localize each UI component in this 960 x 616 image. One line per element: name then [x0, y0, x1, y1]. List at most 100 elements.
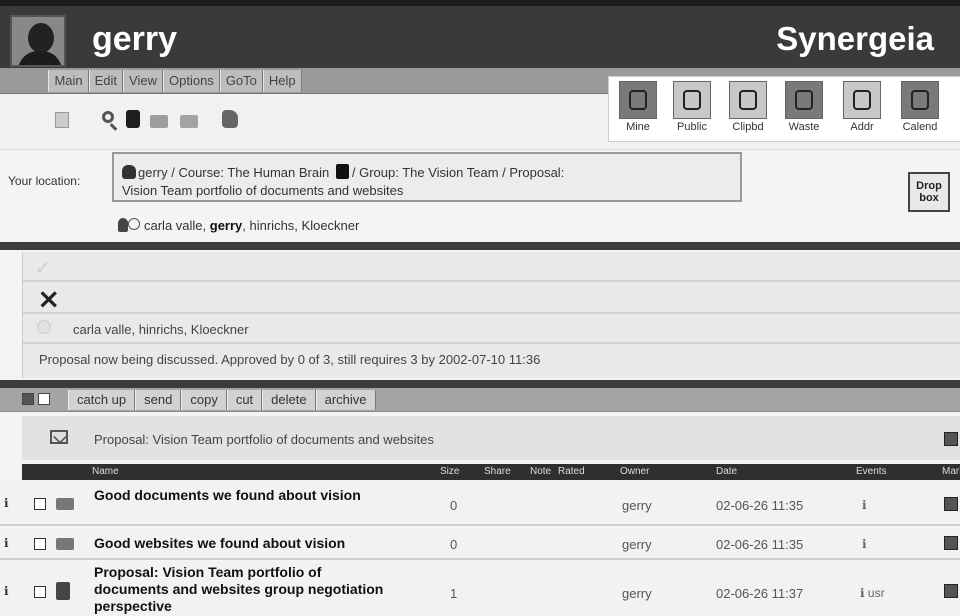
menu-view[interactable]: View: [123, 70, 163, 92]
row-events[interactable]: ℹ: [862, 498, 867, 512]
row-events[interactable]: ℹ usr: [860, 586, 885, 600]
members-pre: carla valle,: [144, 218, 210, 233]
row-size: 0: [450, 537, 458, 552]
fetch-icon[interactable]: [222, 110, 238, 128]
col-rated[interactable]: Rated: [558, 466, 585, 477]
divider: [0, 380, 960, 388]
row-checkbox[interactable]: [34, 498, 46, 510]
row-size: 1: [450, 586, 458, 601]
public-button[interactable]: Public: [669, 81, 715, 133]
waste-icon: [785, 81, 823, 119]
row-size: 0: [450, 498, 458, 513]
calendar-icon: [901, 81, 939, 119]
address-button[interactable]: Addr: [839, 81, 885, 133]
table-row[interactable]: ℹ Good documents we found about vision 0…: [0, 482, 960, 526]
app-window: gerry Synergeia Main Edit View Options GoTo H…: [0, 0, 960, 616]
hand-icon: [619, 81, 657, 119]
clipboard-button[interactable]: Clipbd: [725, 81, 771, 133]
delete-button[interactable]: delete: [262, 390, 316, 410]
info-icon: ℹ: [4, 536, 9, 550]
breadcrumb: gerry / Course: The Human Brain / Group:…: [112, 152, 742, 202]
header-bar: gerry Synergeia: [0, 0, 960, 68]
drop-box-button[interactable]: Drop box: [908, 172, 950, 212]
address-book-icon: [843, 81, 881, 119]
row-name[interactable]: Good websites we found about vision: [94, 535, 434, 552]
new-page-icon[interactable]: [55, 112, 69, 128]
archive-button[interactable]: archive: [315, 390, 376, 410]
row-checkbox[interactable]: [34, 538, 46, 550]
check-icon[interactable]: ✓: [35, 258, 50, 279]
abstain-row: carla valle, hinrichs, Kloeckner: [23, 314, 960, 344]
clipboard-icon[interactable]: [126, 110, 140, 128]
table-row[interactable]: ℹ Proposal: Vision Team portfolio of doc…: [0, 562, 960, 616]
search-icon[interactable]: [100, 110, 122, 132]
pending-names: carla valle, hinrichs, Kloeckner: [73, 322, 249, 337]
location-label: Your location:: [8, 174, 81, 188]
breadcrumb-path-2[interactable]: / Group: The Vision Team / Proposal:: [352, 165, 564, 180]
copy-button[interactable]: copy: [181, 390, 227, 410]
info-icon: ℹ: [4, 584, 9, 598]
catch-up-button[interactable]: catch up: [68, 390, 136, 410]
proposal-envelope-icon: [50, 430, 68, 444]
reject-row: ×: [23, 282, 960, 314]
public-icon: [673, 81, 711, 119]
menu-goto[interactable]: GoTo: [219, 70, 263, 92]
folder-icon[interactable]: [150, 115, 168, 128]
open-folder-icon[interactable]: [180, 115, 198, 128]
select-all-checkbox[interactable]: [22, 393, 34, 405]
folder-icon: [56, 538, 74, 550]
row-owner: gerry: [622, 537, 652, 552]
folder-heading: Proposal: Vision Team portfolio of docum…: [22, 416, 960, 460]
breadcrumb-path-3[interactable]: Vision Team portfolio of documents and w…: [122, 183, 403, 198]
folder-title: Proposal: Vision Team portfolio of docum…: [94, 432, 434, 447]
menu-options[interactable]: Options: [163, 70, 220, 92]
cut-button[interactable]: cut: [226, 390, 263, 410]
table-header: Name Size Share Note Rated Owner Date Ev…: [22, 464, 960, 480]
row-name[interactable]: Good documents we found about vision: [94, 487, 416, 504]
mine-button[interactable]: Mine: [615, 81, 661, 133]
members-post: , hinrichs, Kloeckner: [242, 218, 360, 233]
folder-icon: [56, 498, 74, 510]
row-name[interactable]: Proposal: Vision Team portfolio of docum…: [94, 564, 394, 615]
row-mark-icon[interactable]: [944, 536, 958, 550]
waste-button[interactable]: Waste: [781, 81, 827, 133]
menu-edit[interactable]: Edit: [88, 70, 124, 92]
col-date[interactable]: Date: [716, 466, 737, 477]
row-mark-icon[interactable]: [944, 584, 958, 598]
col-size[interactable]: Size: [440, 466, 459, 477]
col-events[interactable]: Events: [856, 466, 887, 477]
proposal-status: Proposal now being discussed. Approved b…: [39, 352, 541, 367]
clipboard-big-icon: [729, 81, 767, 119]
status-row: Proposal now being discussed. Approved b…: [23, 344, 960, 378]
calendar-button[interactable]: Calend: [897, 81, 943, 133]
select-none-checkbox[interactable]: [38, 393, 50, 405]
col-share[interactable]: Share: [484, 466, 511, 477]
menu-help[interactable]: Help: [262, 70, 302, 92]
col-name[interactable]: Name: [92, 466, 119, 477]
avatar[interactable]: [10, 15, 66, 67]
row-date: 02-06-26 11:37: [716, 586, 804, 601]
info-icon: ℹ: [4, 496, 9, 510]
big-icon-panel: Mine Public Clipbd Waste Addr Calend: [608, 76, 960, 142]
approve-row: ✓: [23, 252, 960, 282]
table-row[interactable]: ℹ Good websites we found about vision 0 …: [0, 528, 960, 560]
col-mark[interactable]: Mark: [942, 466, 960, 477]
row-checkbox[interactable]: [34, 586, 46, 598]
divider: [0, 242, 960, 250]
cross-icon[interactable]: ×: [37, 285, 60, 313]
username-title: gerry: [92, 20, 178, 58]
action-bar: catch up send copy cut delete archive: [0, 388, 960, 412]
row-events[interactable]: ℹ: [862, 537, 867, 551]
folder-mark-icon[interactable]: [944, 432, 958, 446]
approval-panel: ✓ × carla valle, hinrichs, Kloeckner Pro…: [22, 252, 960, 378]
members-user: gerry: [209, 218, 243, 233]
row-mark-icon[interactable]: [944, 497, 958, 511]
col-note[interactable]: Note: [530, 466, 551, 477]
col-owner[interactable]: Owner: [620, 466, 649, 477]
row-owner: gerry: [622, 586, 652, 601]
hand-icon: [122, 165, 136, 179]
breadcrumb-path-1[interactable]: gerry / Course: The Human Brain: [138, 165, 329, 180]
menu-main[interactable]: Main: [48, 70, 89, 92]
send-button[interactable]: send: [135, 390, 182, 410]
group-icon: [335, 164, 349, 179]
